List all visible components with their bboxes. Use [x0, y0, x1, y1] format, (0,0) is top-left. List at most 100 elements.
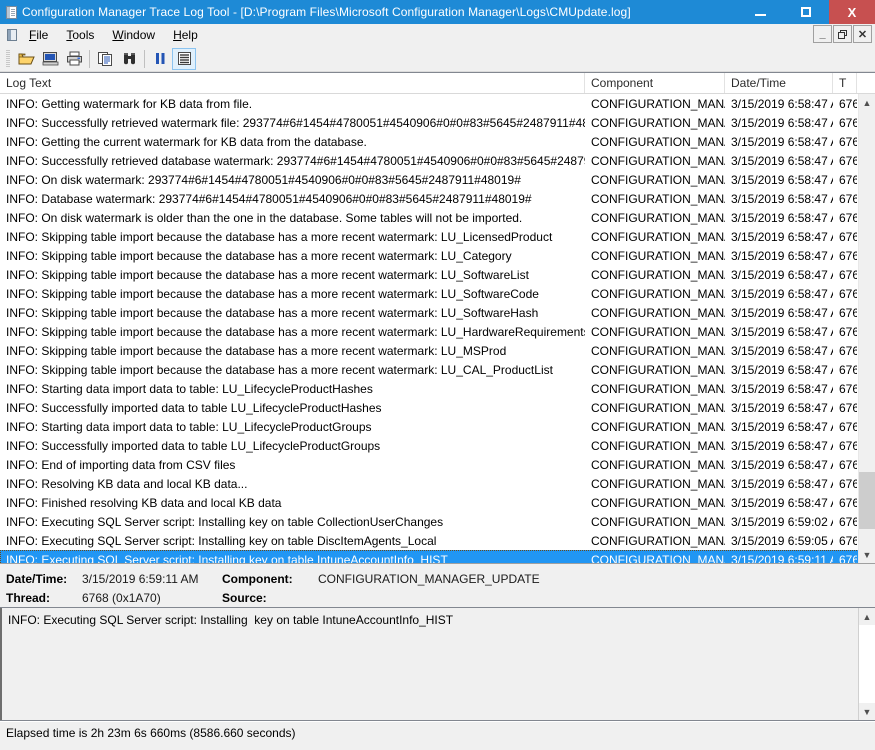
table-row[interactable]: INFO: Finished resolving KB data and loc…: [0, 493, 875, 512]
column-header-thr[interactable]: T: [833, 73, 857, 93]
menu-item-window[interactable]: Window: [103, 26, 164, 44]
cell-date: 3/15/2019 6:59:02 AM: [731, 514, 833, 529]
cell-thr: 676: [839, 419, 857, 434]
table-row[interactable]: INFO: Successfully imported data to tabl…: [0, 398, 875, 417]
cell-log: INFO: Getting watermark for KB data from…: [6, 96, 253, 111]
cell-thr: 676: [839, 210, 857, 225]
table-row[interactable]: INFO: Resolving KB data and local KB dat…: [0, 474, 875, 493]
mdi-restore-button[interactable]: [833, 25, 852, 43]
find-binoculars-icon[interactable]: [117, 48, 141, 70]
detail-datetime-value: 3/15/2019 6:59:11 AM: [82, 571, 199, 586]
scroll-down-arrow[interactable]: ▼: [859, 546, 875, 563]
cell-date: 3/15/2019 6:58:47 AM: [731, 210, 833, 225]
cell-thr: 676: [839, 381, 857, 396]
cell-thr: 676: [839, 400, 857, 415]
title-bar: Configuration Manager Trace Log Tool - […: [0, 0, 875, 24]
menu-item-help[interactable]: Help: [164, 26, 207, 44]
cell-log: INFO: Database watermark: 293774#6#1454#…: [6, 191, 532, 206]
cell-comp: CONFIGURATION_MANA: [591, 172, 725, 187]
table-row[interactable]: INFO: End of importing data from CSV fil…: [0, 455, 875, 474]
list-rows-container[interactable]: INFO: Getting watermark for KB data from…: [0, 94, 875, 563]
detail-datetime-label: Date/Time:: [6, 571, 68, 586]
print-icon[interactable]: [62, 48, 86, 70]
detail-scroll-down-arrow[interactable]: ▼: [859, 703, 875, 720]
table-row[interactable]: INFO: On disk watermark: 293774#6#1454#4…: [0, 170, 875, 189]
table-row[interactable]: INFO: Starting data import data to table…: [0, 379, 875, 398]
table-row[interactable]: INFO: Getting watermark for KB data from…: [0, 94, 875, 113]
cell-date: 3/15/2019 6:58:47 AM: [731, 343, 833, 358]
scroll-up-arrow[interactable]: ▲: [859, 94, 875, 111]
copy-pages-icon: [97, 52, 112, 66]
column-header-comp[interactable]: Component: [585, 73, 725, 93]
cell-comp: CONFIGURATION_MANA: [591, 533, 725, 548]
table-row[interactable]: INFO: Skipping table import because the …: [0, 303, 875, 322]
detail-thread-value: 6768 (0x1A70): [82, 590, 161, 605]
column-header-log[interactable]: Log Text: [0, 73, 585, 93]
table-row[interactable]: INFO: Executing SQL Server script: Insta…: [0, 512, 875, 531]
table-row[interactable]: INFO: Skipping table import because the …: [0, 341, 875, 360]
cell-date: 3/15/2019 6:58:47 AM: [731, 96, 833, 111]
menu-item-tools[interactable]: Tools: [57, 26, 103, 44]
table-row[interactable]: INFO: Successfully retrieved watermark f…: [0, 113, 875, 132]
pause-icon[interactable]: [148, 48, 172, 70]
cell-thr: 676: [839, 248, 857, 263]
detail-source-label: Source:: [222, 590, 267, 605]
restore-icon: [838, 29, 847, 39]
table-row[interactable]: INFO: On disk watermark is older than th…: [0, 208, 875, 227]
minimize-button[interactable]: [737, 0, 783, 24]
column-header-date[interactable]: Date/Time: [725, 73, 833, 93]
cell-date: 3/15/2019 6:58:47 AM: [731, 115, 833, 130]
cell-log: INFO: Starting data import data to table…: [6, 419, 372, 434]
cell-log: INFO: Skipping table import because the …: [6, 324, 585, 339]
table-row[interactable]: INFO: Skipping table import because the …: [0, 284, 875, 303]
toolbar-grip[interactable]: [6, 49, 10, 68]
cell-comp: CONFIGURATION_MANA: [591, 552, 725, 564]
cell-log: INFO: Skipping table import because the …: [6, 286, 539, 301]
table-row[interactable]: INFO: Getting the current watermark for …: [0, 132, 875, 151]
scroll-track[interactable]: [859, 111, 875, 546]
table-row[interactable]: INFO: Skipping table import because the …: [0, 360, 875, 379]
cell-comp: CONFIGURATION_MANA: [591, 381, 725, 396]
table-row[interactable]: INFO: Successfully retrieved database wa…: [0, 151, 875, 170]
detail-vertical-scrollbar[interactable]: ▲ ▼: [858, 608, 875, 720]
cell-thr: 676: [839, 343, 857, 358]
monitor-icon: [42, 52, 58, 66]
table-row[interactable]: INFO: Starting data import data to table…: [0, 417, 875, 436]
table-row[interactable]: INFO: Database watermark: 293774#6#1454#…: [0, 189, 875, 208]
mdi-minimize-button[interactable]: _: [813, 25, 832, 43]
cell-log: INFO: Successfully imported data to tabl…: [6, 400, 382, 415]
cell-thr: 676: [839, 552, 857, 564]
detail-scroll-up-arrow[interactable]: ▲: [859, 608, 875, 625]
table-row[interactable]: INFO: Skipping table import because the …: [0, 246, 875, 265]
maximize-button[interactable]: [783, 0, 829, 24]
detail-body-text[interactable]: INFO: Executing SQL Server script: Insta…: [0, 608, 858, 720]
computer-icon[interactable]: [38, 48, 62, 70]
highlight-list-icon[interactable]: [172, 47, 196, 70]
toolbar-separator-2: [144, 49, 145, 68]
cell-date: 3/15/2019 6:59:05 AM: [731, 533, 833, 548]
cell-thr: 676: [839, 153, 857, 168]
cell-date: 3/15/2019 6:58:47 AM: [731, 248, 833, 263]
close-button[interactable]: X: [829, 0, 875, 24]
scroll-thumb[interactable]: [859, 472, 875, 529]
cell-thr: 676: [839, 286, 857, 301]
table-row[interactable]: INFO: Executing SQL Server script: Insta…: [0, 550, 875, 563]
detail-component-value: CONFIGURATION_MANAGER_UPDATE: [318, 571, 540, 586]
open-file-icon[interactable]: [14, 48, 38, 70]
window-title: Configuration Manager Trace Log Tool - […: [22, 5, 631, 19]
table-row[interactable]: INFO: Skipping table import because the …: [0, 227, 875, 246]
detail-scroll-track[interactable]: [859, 625, 875, 703]
mdi-close-button[interactable]: ✕: [853, 25, 872, 43]
menu-bar: File Tools Window Help _ ✕: [0, 24, 875, 46]
list-vertical-scrollbar[interactable]: ▲ ▼: [858, 94, 875, 563]
menu-label-help-rest: elp: [181, 27, 198, 42]
cell-date: 3/15/2019 6:58:47 AM: [731, 381, 833, 396]
copy-icon[interactable]: [93, 48, 117, 70]
table-row[interactable]: INFO: Skipping table import because the …: [0, 322, 875, 341]
table-row[interactable]: INFO: Skipping table import because the …: [0, 265, 875, 284]
table-row[interactable]: INFO: Successfully imported data to tabl…: [0, 436, 875, 455]
table-row[interactable]: INFO: Executing SQL Server script: Insta…: [0, 531, 875, 550]
cell-log: INFO: Successfully imported data to tabl…: [6, 438, 381, 453]
cell-log: INFO: End of importing data from CSV fil…: [6, 457, 236, 472]
menu-item-file[interactable]: File: [20, 26, 57, 44]
